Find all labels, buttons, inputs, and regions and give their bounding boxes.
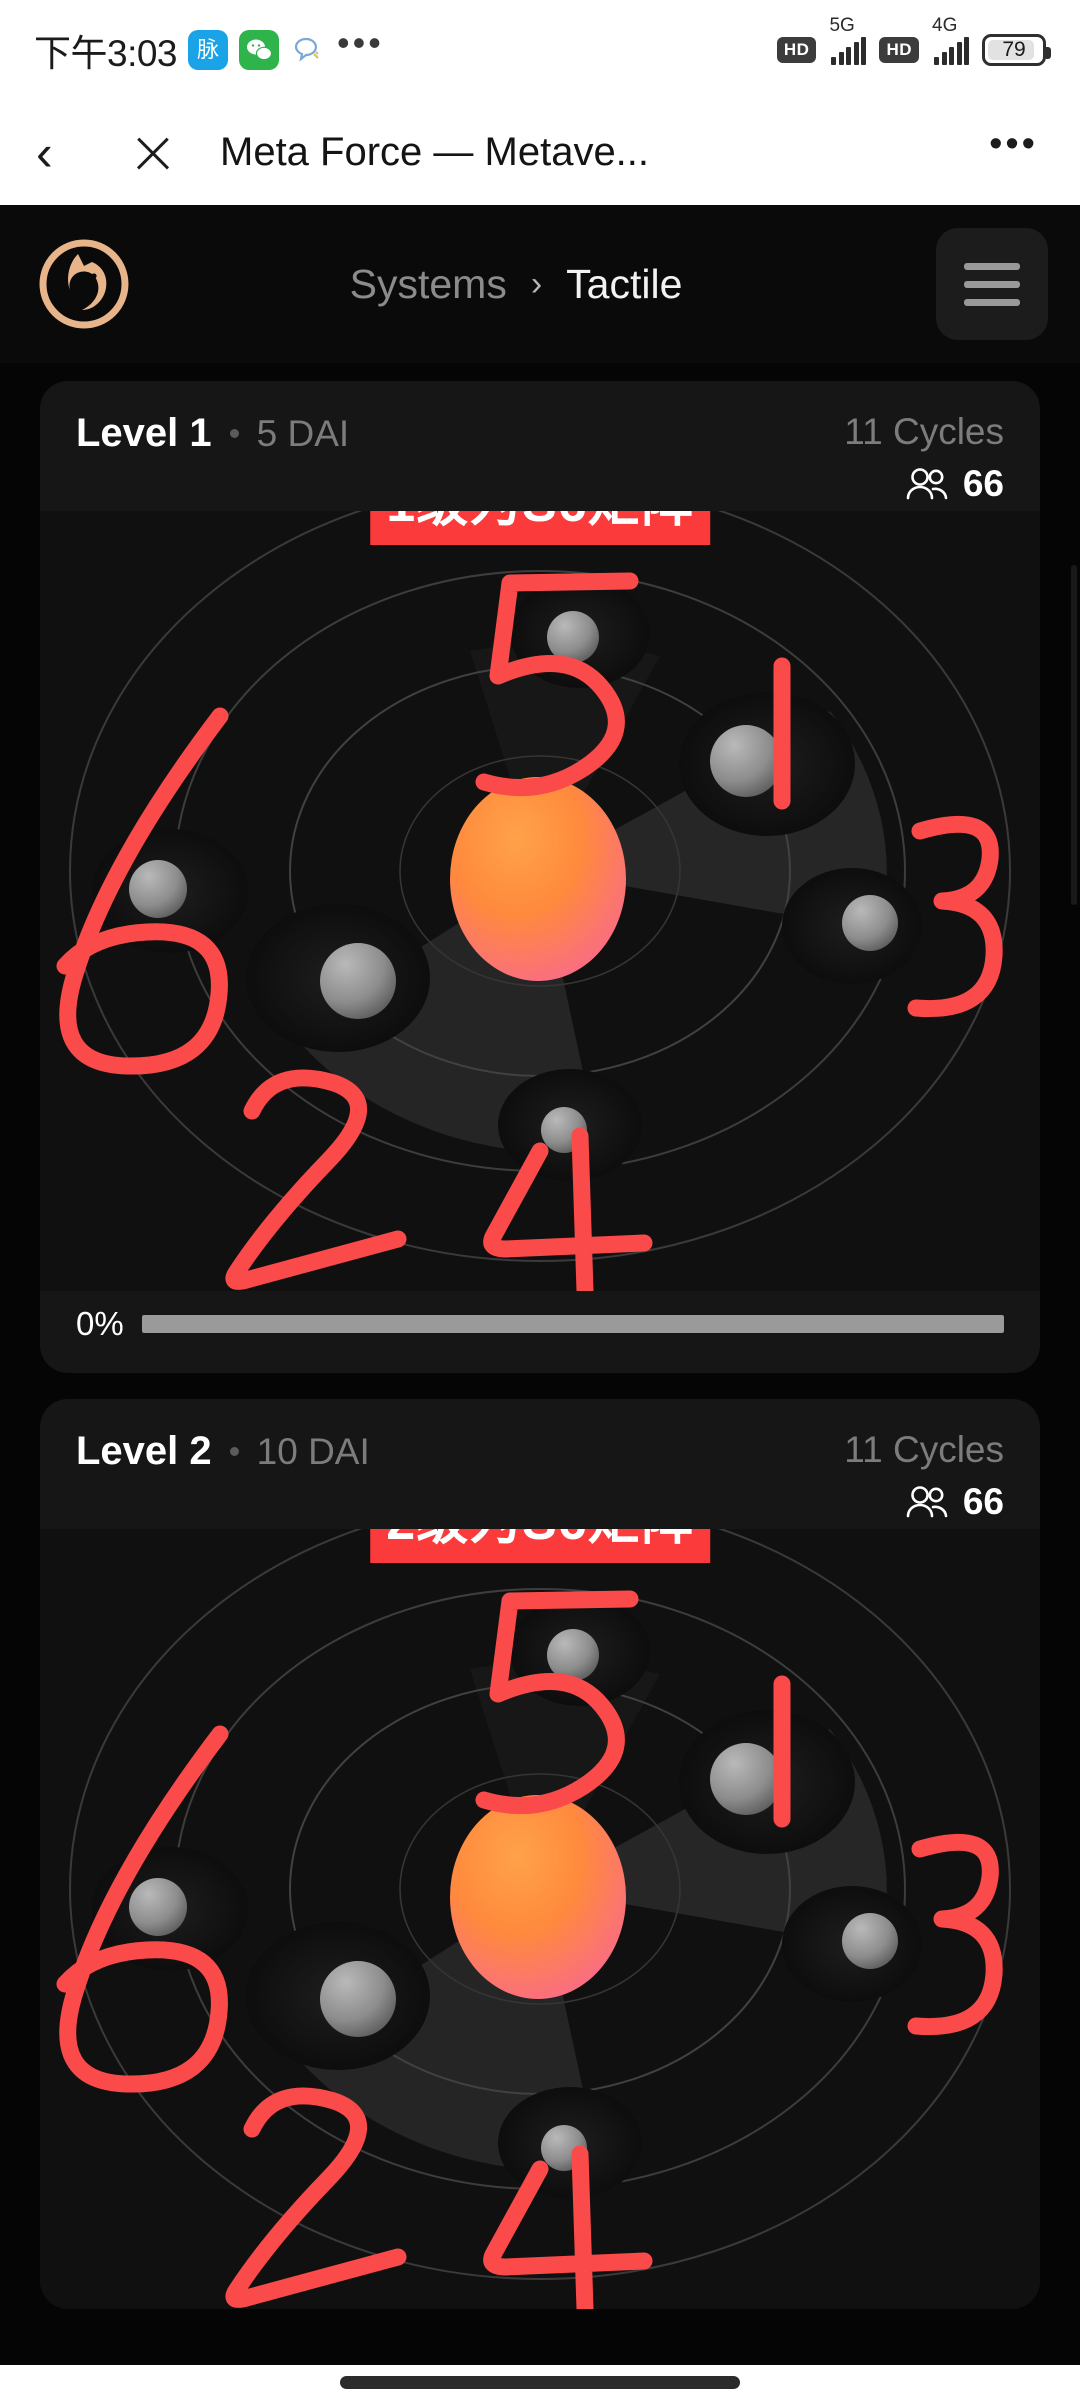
progress-label: 0% — [76, 1305, 124, 1342]
annotation-banner: 2级为S6矩阵 — [370, 1529, 710, 1563]
hamburger-bar — [964, 262, 1020, 270]
breadcrumb: Systems › Tactile — [136, 261, 896, 308]
level-card-header: Level 1 5 DAI 11 Cycles 66 — [40, 381, 1040, 511]
status-bar: 下午3:03 脉 ••• HD 5G HD 4G 79 — [0, 0, 1080, 100]
level-label: Level 1 — [76, 411, 212, 455]
cycles-count: 11 Cycles — [844, 411, 1004, 452]
orbit-diagram — [40, 1529, 1040, 2309]
members-count: 66 — [962, 1481, 1004, 1522]
level-progress[interactable]: 0% — [40, 1291, 1040, 1373]
members-row: 66 — [844, 463, 1004, 505]
meta-force-horse-logo[interactable] — [32, 232, 136, 336]
battery-percent: 79 — [1002, 38, 1026, 61]
matrix-visualization[interactable]: 1级为S6矩阵 — [40, 511, 1040, 1291]
status-bar-left: 下午3:03 脉 ••• — [34, 23, 384, 77]
signal-bars-sim2 — [932, 35, 969, 65]
status-bar-right: HD 5G HD 4G 79 — [776, 15, 1051, 66]
level-price: 10 DAI — [256, 1431, 370, 1472]
separator-dot — [229, 1447, 239, 1456]
network-type-sim2: 4G — [932, 15, 958, 36]
home-indicator[interactable] — [340, 2376, 740, 2389]
level-price: 5 DAI — [256, 413, 350, 454]
hamburger-menu-button[interactable] — [936, 228, 1048, 340]
web-app-viewport: Systems › Tactile Level 1 5 DAI 11 Cycle… — [0, 205, 1080, 2365]
people-icon — [906, 468, 948, 500]
chevron-right-icon: › — [530, 264, 543, 303]
level-card-header: Level 2 10 DAI 11 Cycles 66 — [40, 1399, 1040, 1529]
back-icon[interactable]: ‹ — [36, 128, 92, 178]
close-icon[interactable] — [126, 126, 180, 180]
progress-track[interactable] — [141, 1315, 1004, 1333]
network-type-sim1: 5G — [829, 15, 855, 36]
annotation-banner: 1级为S6矩阵 — [370, 511, 710, 545]
level-card-right: 11 Cycles 66 — [844, 411, 1004, 505]
level-cards-list: Level 1 5 DAI 11 Cycles 66 0% Level 2 10… — [0, 363, 1080, 2309]
wechat-glyph — [247, 39, 273, 61]
members-row: 66 — [844, 1481, 1004, 1523]
home-indicator-bar — [0, 2365, 1080, 2400]
level-card[interactable]: Level 1 5 DAI 11 Cycles 66 0% — [40, 381, 1040, 1373]
level-card-right: 11 Cycles 66 — [844, 1429, 1004, 1523]
hamburger-bar — [964, 298, 1020, 306]
browser-toolbar: ‹ Meta Force — Metave... ••• — [0, 100, 1080, 205]
hd-badge-sim1: HD — [776, 37, 817, 63]
signal-bars-sim1 — [829, 35, 867, 65]
separator-dot — [229, 429, 239, 438]
people-icon — [906, 1486, 948, 1518]
signal-sim1: 5G — [829, 15, 867, 65]
matrix-visualization[interactable]: 2级为S6矩阵 — [40, 1529, 1040, 2309]
browser-more-icon[interactable]: ••• — [989, 125, 1044, 168]
breadcrumb-item-tactile: Tactile — [566, 260, 683, 307]
battery-icon: 79 — [982, 34, 1051, 66]
level-label: Level 2 — [76, 1429, 212, 1473]
orbit-diagram — [40, 511, 1040, 1291]
page-title: Meta Force — Metave... — [220, 130, 650, 174]
phone-screen: 下午3:03 脉 ••• HD 5G HD 4G 79 ‹ Meta Force… — [0, 0, 1080, 2400]
comment-bubble-icon — [290, 32, 326, 68]
app-header: Systems › Tactile — [0, 205, 1080, 363]
status-more-dots: ••• — [337, 22, 384, 63]
progress-fill — [141, 1315, 1004, 1333]
members-count: 66 — [962, 463, 1004, 504]
page-scrollbar[interactable] — [1071, 565, 1077, 905]
signal-sim2: 4G — [932, 15, 969, 65]
status-time: 下午3:03 — [34, 33, 178, 74]
wechat-icon — [239, 30, 280, 70]
hd-badge-sim2: HD — [879, 37, 919, 63]
breadcrumb-item-systems[interactable]: Systems — [350, 261, 507, 308]
level-card[interactable]: Level 2 10 DAI 11 Cycles 66 — [40, 1399, 1040, 2309]
maimai-icon: 脉 — [188, 30, 229, 70]
hamburger-bar — [964, 280, 1020, 288]
cycles-count: 11 Cycles — [844, 1429, 1004, 1470]
